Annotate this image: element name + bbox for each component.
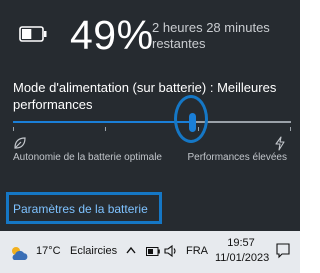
battery-percent: 49%	[70, 12, 154, 58]
slider-left-label: Autonomie de la batterie optimale	[13, 152, 162, 163]
clock-time: 19:57	[227, 237, 255, 249]
volume-icon[interactable]	[164, 244, 178, 258]
language-indicator[interactable]: FRA	[186, 245, 208, 257]
clock[interactable]: 19:57 11/01/2023	[215, 236, 270, 266]
slider-tick	[105, 127, 106, 131]
leaf-icon	[14, 137, 26, 149]
weather-temperature[interactable]: 17°C	[36, 245, 61, 257]
slider-tick	[290, 127, 291, 131]
clock-date: 11/01/2023	[215, 252, 270, 264]
weather-icon[interactable]	[8, 243, 30, 263]
power-mode-label: Mode d'alimentation (sur batterie) : Mei…	[13, 80, 277, 112]
slider-right-label: Performances élevées	[187, 152, 288, 163]
bolt-icon	[275, 136, 285, 151]
notification-icon[interactable]	[276, 243, 290, 259]
time-remaining: 2 heures 28 minutes restantes	[152, 20, 270, 51]
battery-small-icon[interactable]	[146, 247, 160, 256]
battery-settings-link[interactable]: Paramètres de la batterie	[13, 202, 148, 216]
slider-track-filled	[13, 121, 192, 123]
battery-flyout: 49% 2 heures 28 minutes restantes Mode d…	[0, 0, 300, 231]
weather-condition[interactable]: Eclaircies	[70, 245, 117, 257]
slider-highlight-ring	[174, 95, 208, 143]
taskbar: 17°C Eclaircies FRA 19:57 11/01/2023	[0, 231, 300, 273]
slider-tick	[13, 127, 14, 131]
battery-icon	[19, 26, 47, 42]
power-mode-slider[interactable]	[13, 113, 291, 132]
chevron-up-icon[interactable]	[126, 245, 136, 257]
